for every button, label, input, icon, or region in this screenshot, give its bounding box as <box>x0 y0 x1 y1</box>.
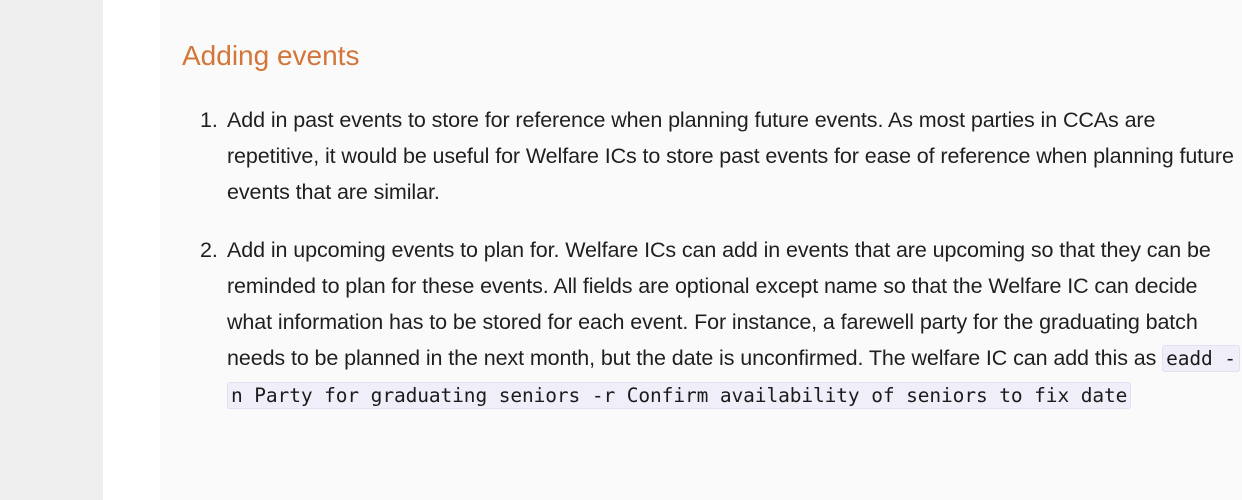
list-item: 2. Add in upcoming events to plan for. W… <box>200 232 1240 414</box>
list-item-text: Add in past events to store for referenc… <box>227 108 1234 204</box>
left-sidebar-gutter <box>0 0 103 500</box>
list-item-number: 1. <box>200 108 218 132</box>
document-content: Adding events 1. Add in past events to s… <box>160 0 1242 500</box>
list-item: 1. Add in past events to store for refer… <box>200 102 1237 210</box>
list-item-text: Add in upcoming events to plan for. Welf… <box>227 238 1211 370</box>
list-item-number: 2. <box>200 238 218 262</box>
section-heading: Adding events <box>182 40 360 71</box>
content-margin <box>103 0 160 500</box>
events-list: 1. Add in past events to store for refer… <box>200 102 1240 436</box>
page: Adding events 1. Add in past events to s… <box>0 0 1242 500</box>
